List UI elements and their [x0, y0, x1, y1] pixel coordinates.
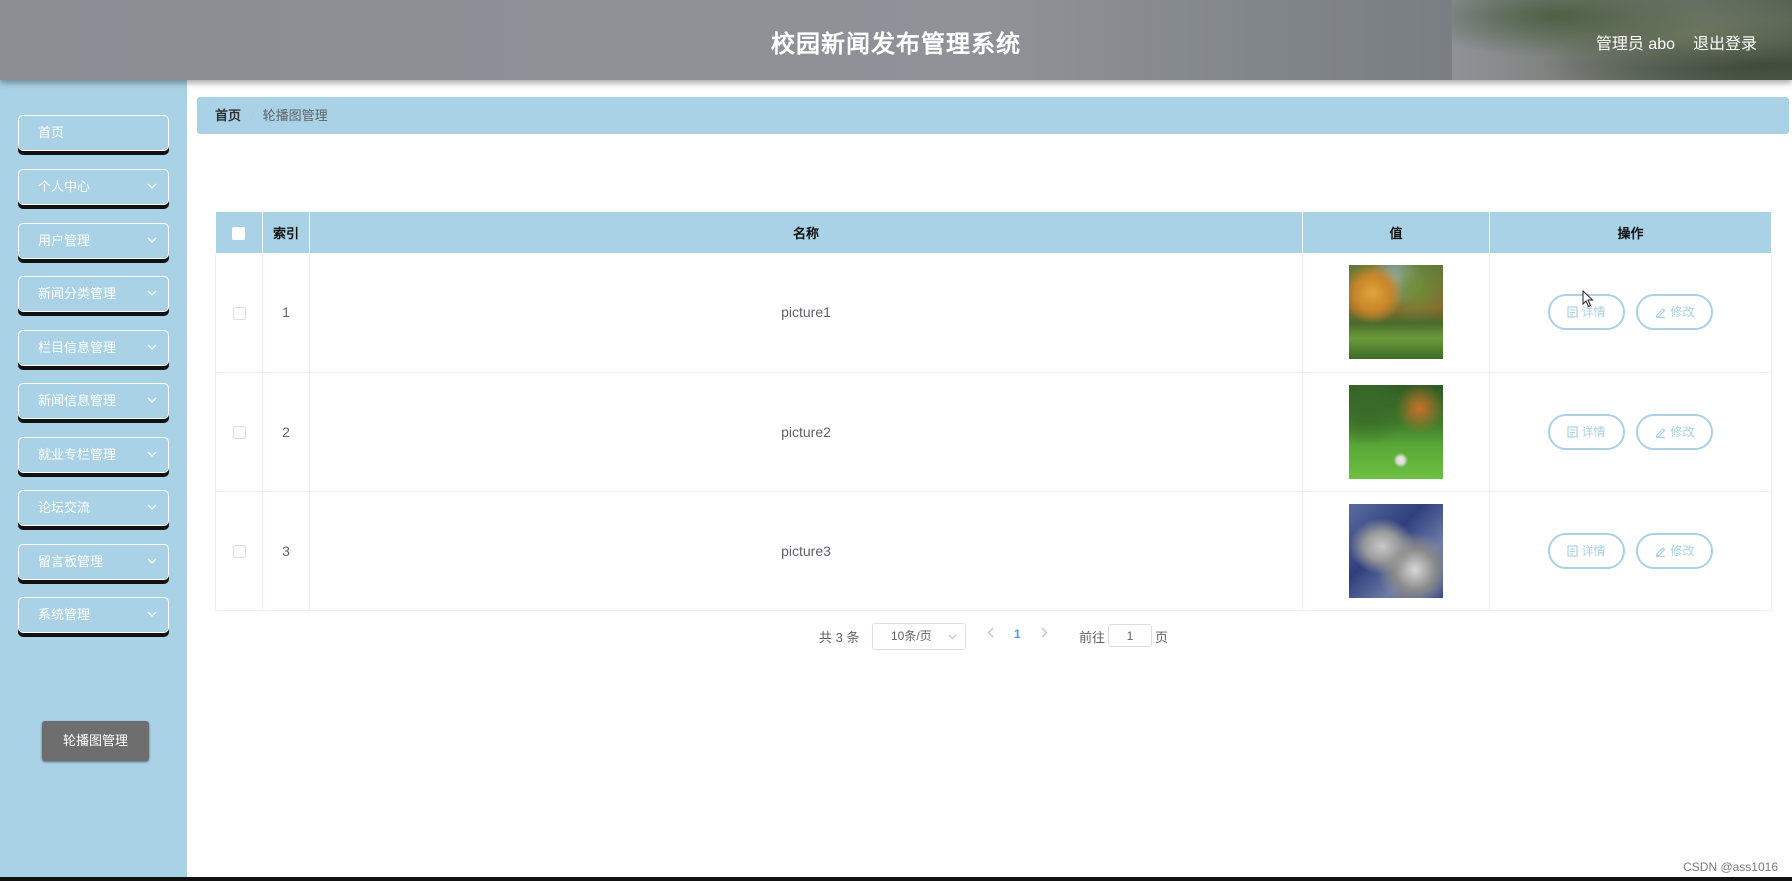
table-row: 2 picture2 详情 修改 [215, 372, 1772, 492]
page-size-select[interactable]: 10条/页 [872, 623, 966, 650]
sidebar-item-personal-center[interactable]: 个人中心 [18, 169, 169, 205]
sidebar-item-label: 首页 [38, 125, 65, 140]
sidebar-item-label: 新闻分类管理 [38, 286, 117, 301]
sidebar-item-label: 系统管理 [38, 607, 91, 622]
table-header-row: 索引 名称 值 操作 [215, 212, 1772, 253]
breadcrumb-home[interactable]: 首页 [215, 108, 241, 123]
sidebar-item-label: 新闻信息管理 [38, 393, 117, 408]
sidebar-item-label: 个人中心 [38, 179, 91, 194]
logout-button[interactable]: 退出登录 [1693, 30, 1757, 54]
document-icon [1566, 306, 1578, 318]
chevron-down-icon [147, 545, 157, 579]
breadcrumb: 首页 / 轮播图管理 [197, 97, 1789, 134]
chevron-down-icon [147, 277, 157, 311]
sidebar-item-news-info[interactable]: 新闻信息管理 [18, 383, 169, 419]
chevron-down-icon [147, 438, 157, 472]
column-header-value: 值 [1302, 212, 1490, 253]
column-header-index: 索引 [262, 212, 310, 253]
sidebar: 首页 个人中心 用户管理 新闻分类管理 栏目信息管理 新闻信息管理 就业专栏管理… [0, 80, 187, 877]
row-thumbnail-image[interactable] [1349, 265, 1443, 360]
edit-button-label: 修改 [1670, 305, 1695, 320]
current-user-label: 管理员 abo [1595, 36, 1675, 53]
sidebar-item-label: 就业专栏管理 [38, 447, 117, 462]
edit-button-label: 修改 [1670, 424, 1695, 439]
pencil-icon [1656, 546, 1666, 557]
sidebar-item-label: 用户管理 [38, 233, 91, 248]
sidebar-item-label: 留言板管理 [38, 554, 104, 569]
edit-button[interactable]: 修改 [1636, 294, 1714, 331]
document-icon [1566, 544, 1578, 557]
row-index: 3 [262, 491, 310, 611]
chevron-down-icon [147, 384, 157, 418]
sidebar-item-user-management[interactable]: 用户管理 [18, 223, 169, 259]
chevron-right-icon [1041, 627, 1048, 638]
column-header-actions: 操作 [1489, 212, 1772, 253]
edit-button-label: 修改 [1670, 543, 1695, 558]
sidebar-item-news-category[interactable]: 新闻分类管理 [18, 276, 169, 312]
row-thumbnail-image[interactable] [1349, 384, 1443, 479]
goto-page-input[interactable] [1108, 624, 1152, 647]
breadcrumb-separator: / [250, 108, 254, 123]
goto-label: 前往 [1079, 630, 1106, 645]
carousel-table: 索引 名称 值 操作 1 picture1 详情 修改 2 picture2 详… [215, 212, 1772, 611]
breadcrumb-current: 轮播图管理 [262, 108, 328, 123]
row-checkbox[interactable] [232, 545, 246, 559]
row-name: picture3 [309, 491, 1303, 611]
table-row: 1 picture1 详情 修改 [215, 253, 1772, 373]
row-name: picture1 [309, 253, 1303, 373]
table-row: 3 picture3 详情 修改 [215, 491, 1772, 611]
sidebar-item-label: 论坛交流 [38, 500, 91, 515]
row-name: picture2 [309, 372, 1303, 492]
page-size-value: 10条/页 [891, 629, 932, 643]
edit-button[interactable]: 修改 [1636, 413, 1714, 450]
sidebar-subitem-carousel[interactable]: 轮播图管理 [42, 721, 149, 761]
pagination-total: 共 3 条 [819, 630, 860, 645]
page-number-current[interactable]: 1 [1014, 627, 1021, 641]
row-checkbox[interactable] [232, 307, 246, 321]
header: 校园新闻发布管理系统 管理员 abo 退出登录 [0, 0, 1792, 80]
sidebar-item-forum[interactable]: 论坛交流 [18, 490, 169, 526]
select-all-checkbox[interactable] [232, 227, 246, 241]
page-unit-label: 页 [1155, 630, 1169, 645]
chevron-down-icon [948, 634, 957, 640]
chevron-down-icon [147, 491, 157, 525]
pencil-icon [1656, 308, 1666, 319]
row-index: 1 [262, 253, 310, 373]
chevron-left-icon [987, 627, 994, 638]
document-icon [1566, 425, 1578, 438]
row-index: 2 [262, 372, 310, 492]
sidebar-item-label: 栏目信息管理 [38, 340, 117, 355]
detail-button[interactable]: 详情 [1547, 413, 1625, 450]
prev-page-button[interactable] [987, 626, 994, 641]
pencil-icon [1656, 427, 1666, 438]
detail-button-label: 详情 [1581, 543, 1606, 558]
row-checkbox[interactable] [232, 426, 246, 440]
chevron-down-icon [147, 170, 157, 204]
sidebar-item-home[interactable]: 首页 [18, 115, 169, 151]
chevron-down-icon [147, 331, 157, 365]
select-all-cell [215, 212, 263, 253]
detail-button[interactable]: 详情 [1547, 532, 1625, 569]
chevron-down-icon [147, 224, 157, 258]
column-header-name: 名称 [309, 212, 1303, 253]
bottom-border [0, 877, 1792, 881]
mouse-cursor-icon [1582, 289, 1594, 313]
app-title: 校园新闻发布管理系统 [771, 31, 1021, 58]
sidebar-item-message-board[interactable]: 留言板管理 [18, 544, 169, 580]
next-page-button[interactable] [1041, 626, 1048, 641]
pagination: 共 3 条 10条/页 1 前往 页 [0, 623, 1792, 651]
sidebar-item-employment[interactable]: 就业专栏管理 [18, 437, 169, 473]
watermark: CSDN @ass1016 [1683, 860, 1778, 874]
row-thumbnail-image[interactable] [1349, 503, 1443, 598]
edit-button[interactable]: 修改 [1636, 532, 1714, 569]
detail-button-label: 详情 [1581, 424, 1606, 439]
sidebar-item-column-info[interactable]: 栏目信息管理 [18, 330, 169, 366]
